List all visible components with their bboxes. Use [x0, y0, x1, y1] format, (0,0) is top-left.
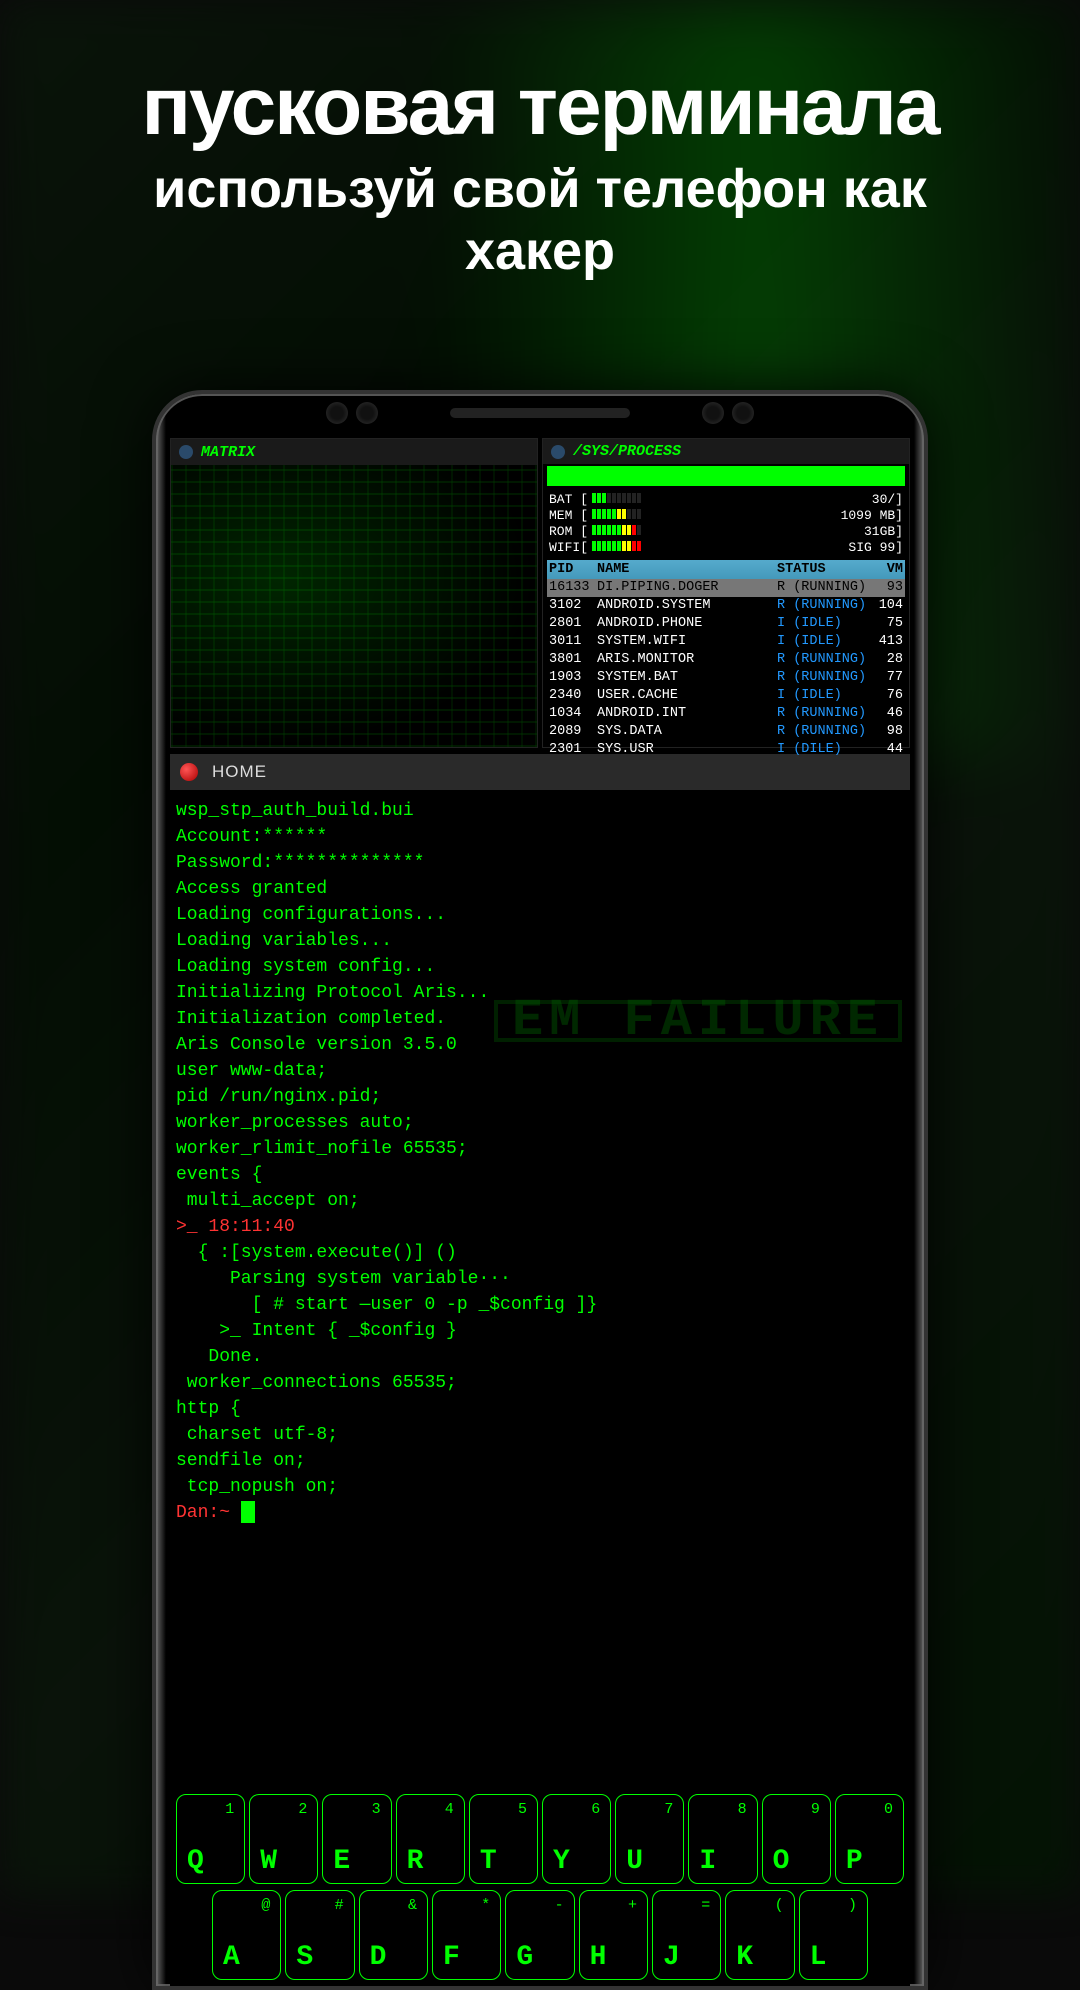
console-output[interactable]: EM FAILURE wsp_stp_auth_build.buiAccount…: [170, 790, 910, 1690]
console-line: pid /run/nginx.pid;: [176, 1084, 904, 1110]
cursor-icon: [241, 1501, 255, 1523]
key-s[interactable]: #S: [285, 1890, 354, 1980]
key-w[interactable]: 2W: [249, 1794, 318, 1884]
panel-dot-icon: [551, 445, 565, 459]
stat-mem: MEM [ 1099 MB]: [543, 508, 909, 524]
console-line: wsp_stp_auth_build.bui: [176, 798, 904, 824]
console-line: Loading system config...: [176, 954, 904, 980]
console-tab-label: HOME: [212, 762, 267, 782]
key-t[interactable]: 5T: [469, 1794, 538, 1884]
process-row[interactable]: 2301SYS.USRI (DILE)44: [547, 741, 905, 759]
console-line: Parsing system variable···: [176, 1266, 904, 1292]
key-d[interactable]: &D: [359, 1890, 428, 1980]
console-line: worker_processes auto;: [176, 1110, 904, 1136]
console-line: { :[system.execute()] (): [176, 1240, 904, 1266]
record-icon: [180, 763, 198, 781]
key-h[interactable]: +H: [579, 1890, 648, 1980]
stat-rom: ROM [ 31GB]: [543, 524, 909, 540]
key-g[interactable]: -G: [505, 1890, 574, 1980]
console-line: Loading configurations...: [176, 902, 904, 928]
process-row[interactable]: 3011SYSTEM.WIFII (IDLE)413: [547, 633, 905, 651]
process-row[interactable]: 2340USER.CACHEI (IDLE)76: [547, 687, 905, 705]
key-i[interactable]: 8I: [688, 1794, 757, 1884]
stat-bat: BAT [ 30/]: [543, 492, 909, 508]
process-row[interactable]: 1034ANDROID.INTR (RUNNING)46: [547, 705, 905, 723]
key-e[interactable]: 3E: [322, 1794, 391, 1884]
console-line: Loading variables...: [176, 928, 904, 954]
hero-title: пусковая терминала: [0, 60, 1080, 154]
key-a[interactable]: @A: [212, 1890, 281, 1980]
console-prompt: Dan:~: [176, 1503, 230, 1523]
process-row[interactable]: 2801ANDROID.PHONEI (IDLE)75: [547, 615, 905, 633]
process-row[interactable]: 3801ARIS.MONITORR (RUNNING)28: [547, 651, 905, 669]
console-line: Access granted: [176, 876, 904, 902]
phone-frame: MATRIX /SYS/PROCESS BAT [ 30/]: [152, 390, 928, 1990]
key-l[interactable]: )L: [799, 1890, 868, 1980]
matrix-panel-title: MATRIX: [201, 444, 255, 461]
console-line: Done.: [176, 1344, 904, 1370]
process-table-header: PID NAME STATUS VM: [547, 560, 905, 579]
console-line: sendfile on;: [176, 1448, 904, 1474]
sys-process-panel[interactable]: /SYS/PROCESS BAT [ 30/] MEM [ 1099 MB]: [542, 438, 910, 748]
console-line: multi_accept on;: [176, 1188, 904, 1214]
key-r[interactable]: 4R: [396, 1794, 465, 1884]
process-table[interactable]: PID NAME STATUS VM 16133DI.PIPING.DOGERR…: [547, 560, 905, 759]
process-row[interactable]: 2089SYS.DATAR (RUNNING)98: [547, 723, 905, 741]
system-failure-overlay: EM FAILURE: [494, 1000, 902, 1042]
cpu-bar: [547, 466, 905, 486]
matrix-panel[interactable]: MATRIX: [170, 438, 538, 748]
key-y[interactable]: 6Y: [542, 1794, 611, 1884]
sys-panel-title: /SYS/PROCESS: [573, 443, 681, 460]
key-u[interactable]: 7U: [615, 1794, 684, 1884]
key-p[interactable]: 0P: [835, 1794, 904, 1884]
console-line-red: >_ 18:11:40: [176, 1214, 904, 1240]
process-row[interactable]: 3102ANDROID.SYSTEMR (RUNNING)104: [547, 597, 905, 615]
hero-subtitle-2: хакер: [0, 220, 1080, 282]
key-k[interactable]: (K: [725, 1890, 794, 1980]
console-line: tcp_nopush on;: [176, 1474, 904, 1500]
matrix-rain: [171, 465, 537, 747]
process-row[interactable]: 16133DI.PIPING.DOGERR (RUNNING)93: [547, 579, 905, 597]
console-line: charset utf-8;: [176, 1422, 904, 1448]
console-line: Account:******: [176, 824, 904, 850]
stat-wifi: WIFI[ SIG 99]: [543, 540, 909, 556]
process-row[interactable]: 1903SYSTEM.BATR (RUNNING)77: [547, 669, 905, 687]
key-q[interactable]: 1Q: [176, 1794, 245, 1884]
key-j[interactable]: =J: [652, 1890, 721, 1980]
panel-dot-icon: [179, 445, 193, 459]
hero-subtitle-1: используй свой телефон как: [0, 158, 1080, 220]
console-tab-home[interactable]: HOME: [170, 754, 910, 790]
console-line: [ # start —user 0 -p _$config ]}: [176, 1292, 904, 1318]
console-line: worker_connections 65535;: [176, 1370, 904, 1396]
key-o[interactable]: 9O: [762, 1794, 831, 1884]
console-line: worker_rlimit_nofile 65535;: [176, 1136, 904, 1162]
console-line: Password:**************: [176, 850, 904, 876]
console-line: user www-data;: [176, 1058, 904, 1084]
console-line: events {: [176, 1162, 904, 1188]
console-line: >_ Intent { _$config }: [176, 1318, 904, 1344]
console-line: http {: [176, 1396, 904, 1422]
keyboard[interactable]: 1Q2W3E4R5T6Y7U8I9O0P @A#S&D*F-G+H=J(K)L: [170, 1786, 910, 1986]
key-f[interactable]: *F: [432, 1890, 501, 1980]
